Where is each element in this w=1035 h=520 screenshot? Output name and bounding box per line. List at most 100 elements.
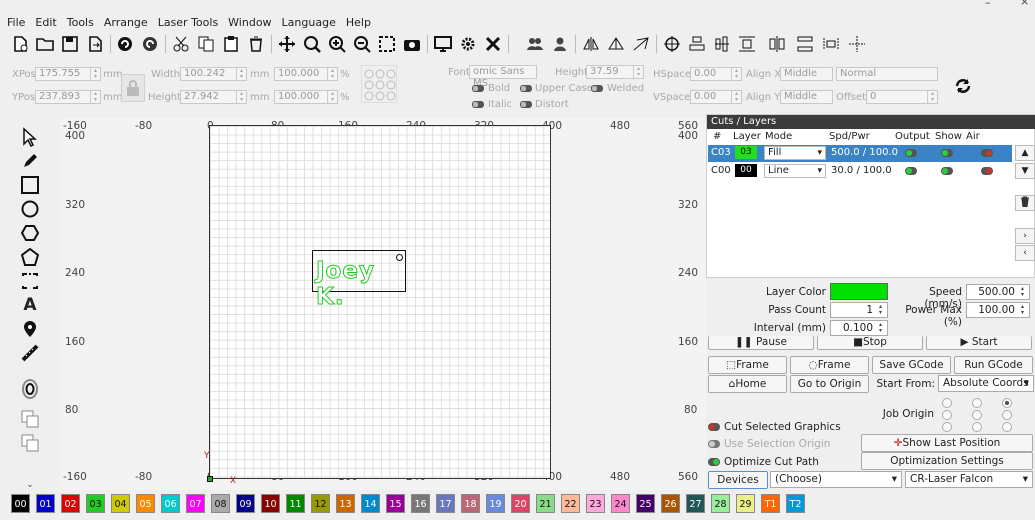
start-button[interactable]: ▶ Start <box>926 336 1032 350</box>
start-from-select[interactable]: Absolute Coords <box>938 375 1034 392</box>
export-icon[interactable] <box>84 32 106 56</box>
device-select[interactable]: CR-Laser Falcon <box>905 471 1033 488</box>
palette-swatch[interactable]: 05 <box>136 494 155 513</box>
palette-swatch[interactable]: 13 <box>336 494 355 513</box>
dock-center-icon[interactable] <box>846 32 868 56</box>
palette-swatch[interactable]: T2 <box>786 494 805 513</box>
origin-radio[interactable] <box>942 398 952 408</box>
layer-mode-select[interactable]: Fill <box>764 146 826 160</box>
close-icon[interactable]: × <box>1020 0 1029 8</box>
delete-icon[interactable] <box>245 32 267 56</box>
text-object-selection[interactable]: Joey K. <box>312 250 406 311</box>
menu-help[interactable]: Help <box>341 16 376 29</box>
palette-swatch[interactable]: 24 <box>611 494 630 513</box>
run-gcode-button[interactable]: Run GCode <box>954 356 1033 374</box>
tools-icon[interactable] <box>482 32 504 56</box>
power-field[interactable]: 100.00 ▴ ▾ <box>966 302 1030 318</box>
palette-swatch[interactable]: 07 <box>186 494 205 513</box>
text-style-select[interactable]: Normal <box>836 67 938 81</box>
crosshair-icon[interactable] <box>661 32 683 56</box>
undo-icon[interactable] <box>114 32 136 56</box>
zoom-fit-icon[interactable] <box>301 32 323 56</box>
xpos-field[interactable]: 175.755 ▴ ▾ <box>35 67 101 81</box>
ypos-field[interactable]: 237.893 ▴ ▾ <box>35 90 101 104</box>
delete-layer-button[interactable] <box>1015 195 1035 211</box>
origin-radio[interactable] <box>1002 410 1012 420</box>
align-center-icon[interactable] <box>686 32 708 56</box>
save-gcode-button[interactable]: Save GCode <box>872 356 951 374</box>
palette-swatch[interactable]: 02 <box>61 494 80 513</box>
camera-icon[interactable] <box>401 32 423 56</box>
go-to-origin-button[interactable]: Go to Origin <box>790 375 869 393</box>
welded-toggle[interactable] <box>591 85 603 92</box>
palette-swatch[interactable]: 19 <box>486 494 505 513</box>
align-y-select[interactable]: Middle <box>780 90 833 104</box>
redo-icon[interactable] <box>139 32 161 56</box>
air-toggle[interactable] <box>981 167 993 175</box>
select-arrow-icon[interactable] <box>18 126 42 148</box>
pass-count-field[interactable]: 1 ▴ ▾ <box>830 302 888 318</box>
stop-button[interactable]: ■Stop <box>817 336 923 350</box>
bold-toggle[interactable] <box>472 85 484 92</box>
menu-arrange[interactable]: Arrange <box>99 16 153 29</box>
minimize-icon[interactable]: – <box>985 0 991 9</box>
palette-swatch[interactable]: 11 <box>286 494 305 513</box>
palette-swatch[interactable]: 23 <box>586 494 605 513</box>
palette-swatch[interactable]: 14 <box>361 494 380 513</box>
select-frame-icon[interactable] <box>376 32 398 56</box>
palette-swatch[interactable]: T1 <box>761 494 780 513</box>
layer-swatch[interactable]: 00 <box>735 164 757 177</box>
palette-swatch[interactable]: 03 <box>86 494 105 513</box>
menu-window[interactable]: Window <box>223 16 276 29</box>
collapse-left-button[interactable]: ‹ <box>1015 245 1035 261</box>
use-selection-origin-toggle[interactable] <box>708 440 720 448</box>
save-icon[interactable] <box>59 32 81 56</box>
pen-icon[interactable] <box>18 150 42 172</box>
port-select[interactable]: (Choose) <box>770 471 902 488</box>
show-toggle[interactable] <box>941 167 953 175</box>
distribute-vertical-icon[interactable] <box>794 32 816 56</box>
palette-swatch[interactable]: 22 <box>561 494 580 513</box>
layer-swatch[interactable]: 03 <box>735 146 757 159</box>
palette-swatch[interactable]: 12 <box>311 494 330 513</box>
palette-swatch[interactable]: 25 <box>636 494 655 513</box>
layer-color-swatch[interactable] <box>830 283 888 300</box>
italic-toggle[interactable] <box>472 101 484 108</box>
distribute-horizontal-icon[interactable] <box>766 32 788 56</box>
move-layer-down-button[interactable]: ▼ <box>1015 163 1035 179</box>
origin-radio[interactable] <box>972 422 982 432</box>
palette-swatch[interactable]: 10 <box>261 494 280 513</box>
dock-left-icon[interactable] <box>820 32 842 56</box>
work-canvas[interactable]: -160 -80 0 80 160 240 320 400 480 560 -1… <box>60 118 706 490</box>
flip-horizontal-icon[interactable] <box>580 32 602 56</box>
origin-radio[interactable] <box>972 398 982 408</box>
palette-swatch[interactable]: 04 <box>111 494 130 513</box>
width-field[interactable]: 100.242 ▴ ▾ <box>180 67 247 81</box>
scale-width-field[interactable]: 100.000 ▴ ▾ <box>274 67 338 81</box>
expand-right-button[interactable]: › <box>1015 228 1035 244</box>
upper-case-toggle[interactable] <box>520 85 532 92</box>
vspace-field[interactable]: 0.00 ▴ ▾ <box>690 90 742 104</box>
rotate-icon[interactable] <box>630 32 652 56</box>
origin-radio[interactable] <box>1002 422 1012 432</box>
speed-field[interactable]: 500.00 ▴ ▾ <box>966 284 1030 300</box>
shape-icon[interactable] <box>18 246 42 268</box>
output-toggle[interactable] <box>905 167 917 175</box>
new-file-icon[interactable] <box>9 32 31 56</box>
optimization-settings-button[interactable]: Optimization Settings <box>861 452 1033 470</box>
cut-icon[interactable] <box>170 32 192 56</box>
palette-swatch[interactable]: 27 <box>686 494 705 513</box>
show-last-position-button[interactable]: ✛Show Last Position <box>861 434 1033 452</box>
menu-laser-tools[interactable]: Laser Tools <box>153 16 223 29</box>
menu-language[interactable]: Language <box>277 16 341 29</box>
layer-row[interactable]: C03 03 Fill 500.0 / 100.0 <box>708 145 1012 162</box>
layer-mode-select[interactable]: Line <box>764 164 826 178</box>
origin-radio-selected[interactable] <box>1002 398 1012 408</box>
monitor-icon[interactable] <box>432 32 454 56</box>
origin-radio[interactable] <box>972 410 982 420</box>
hspace-field[interactable]: 0.00 ▴ ▾ <box>690 67 742 81</box>
measure-icon[interactable] <box>18 342 42 364</box>
origin-radio[interactable] <box>942 410 952 420</box>
position-marker-icon[interactable] <box>18 318 42 340</box>
menu-file[interactable]: File <box>2 16 30 29</box>
